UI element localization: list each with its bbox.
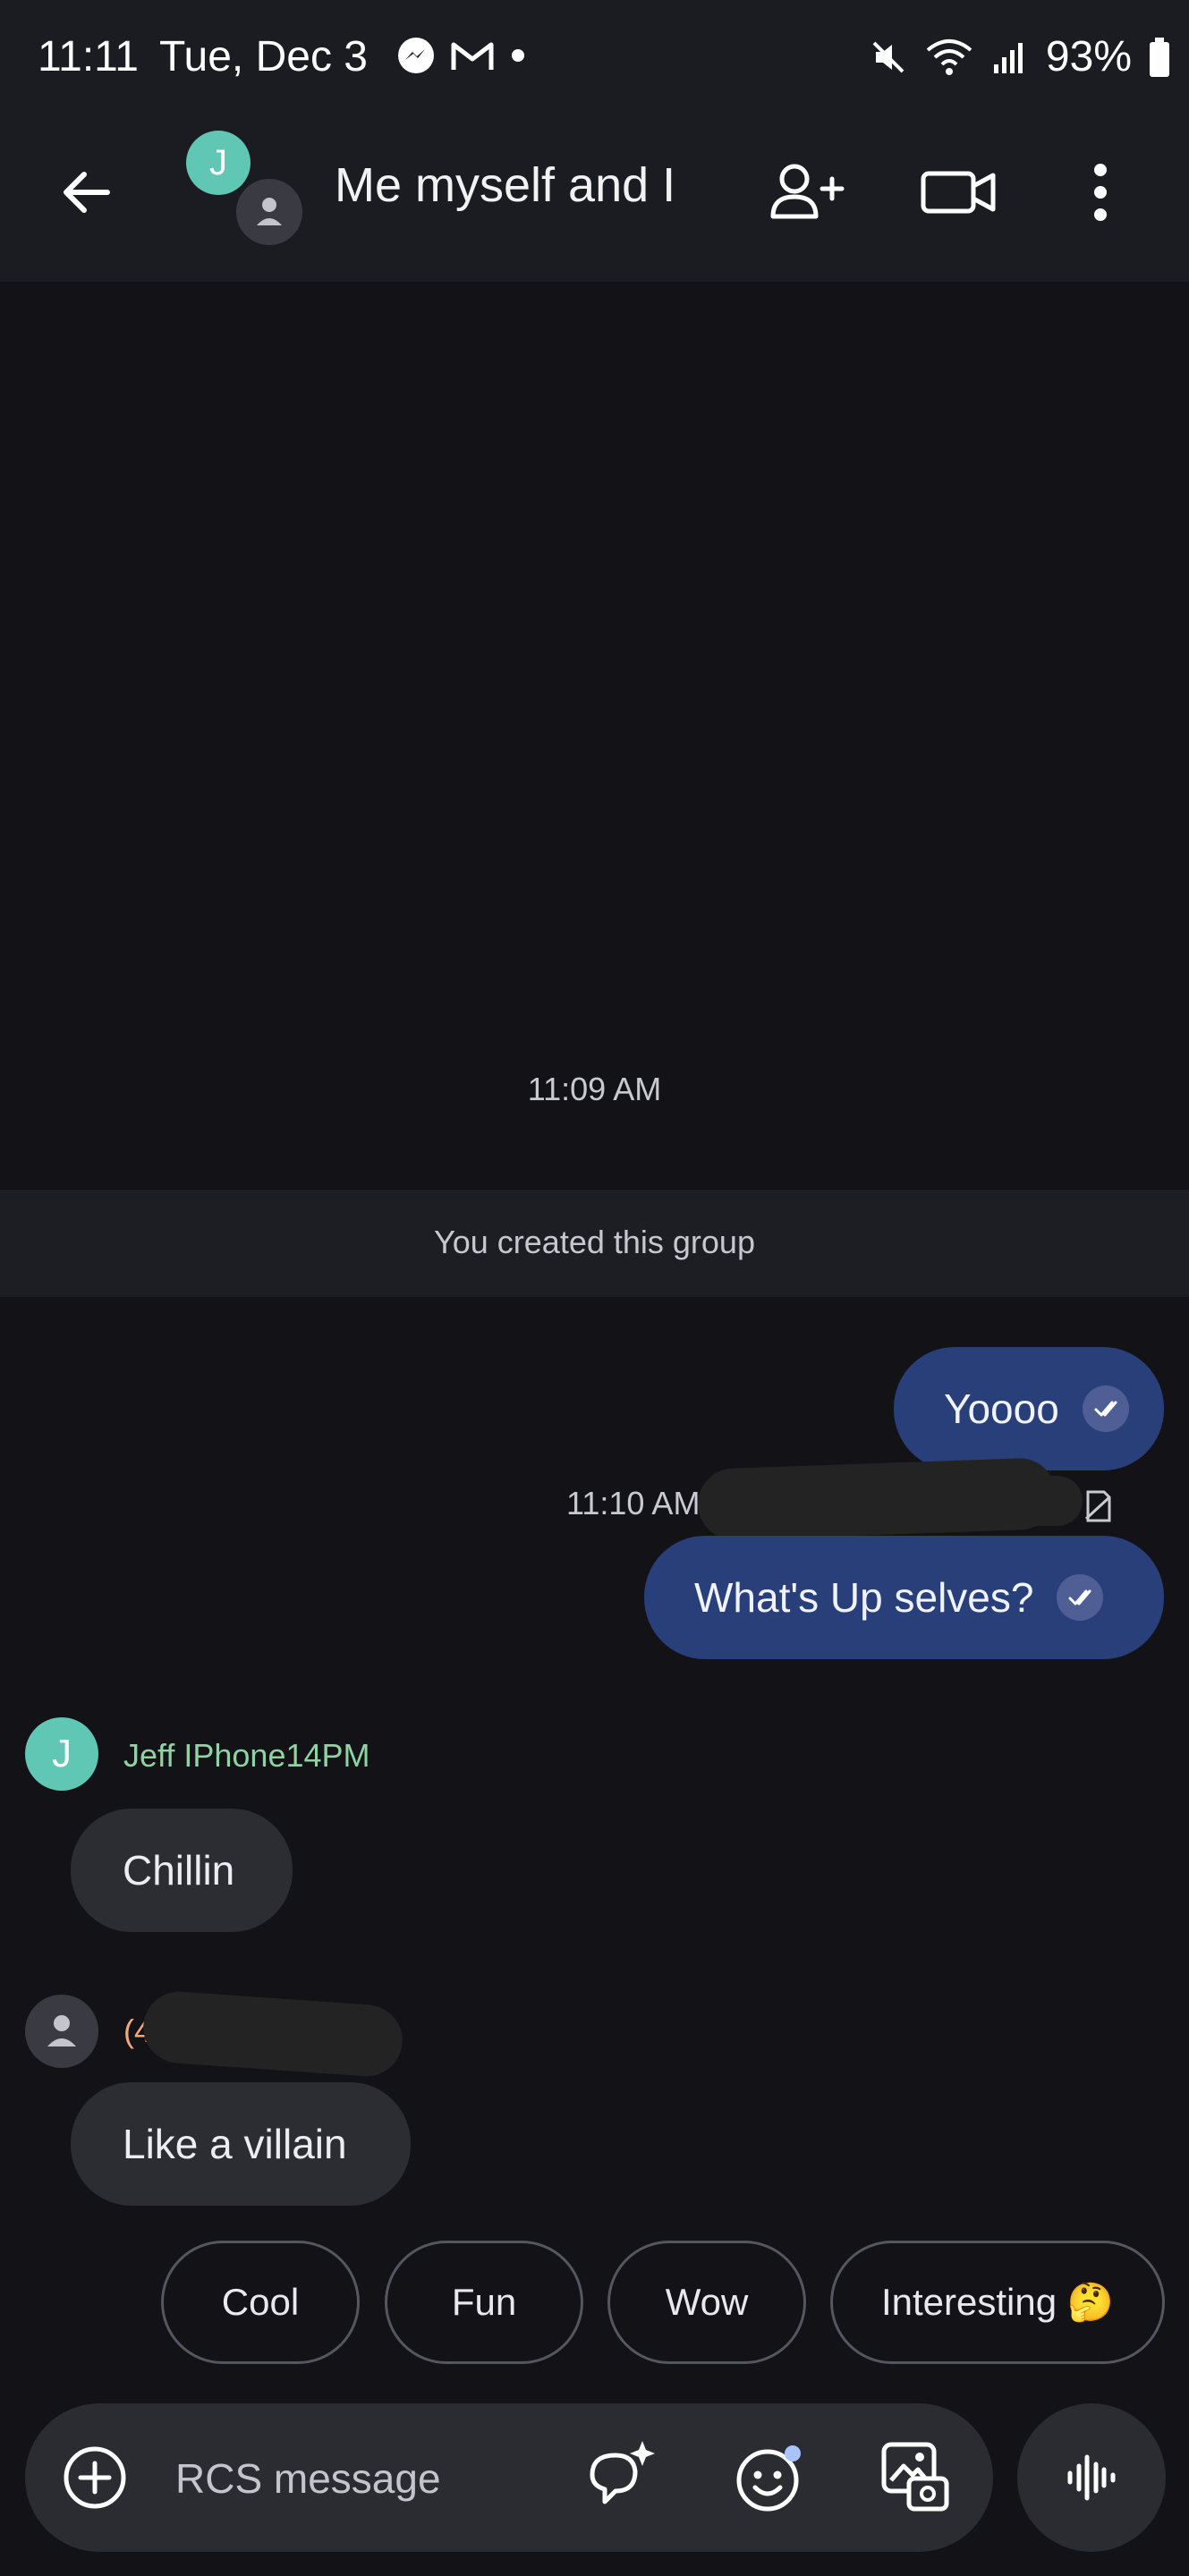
- status-time: 11:11: [38, 33, 139, 80]
- read-receipt-icon: [1082, 1385, 1129, 1432]
- status-bar: 11:11 Tue, Dec 3 93%: [0, 0, 1189, 116]
- system-message-banner: You created this group: [0, 1190, 1189, 1297]
- message-input[interactable]: [174, 2439, 562, 2518]
- redacted-area: [904, 1476, 1083, 1526]
- system-message-text: You created this group: [434, 1224, 755, 1260]
- message-text: Yoooo: [944, 1385, 1059, 1432]
- outgoing-message-bubble[interactable]: What's Up selves?: [644, 1536, 1164, 1659]
- smart-reply-chip[interactable]: Cool: [161, 2241, 360, 2364]
- smart-reply-chip[interactable]: Fun: [385, 2241, 583, 2364]
- person-add-icon: [770, 164, 845, 219]
- smart-reply-chip[interactable]: Interesting 🤔: [830, 2241, 1165, 2364]
- outgoing-message-bubble[interactable]: Yoooo: [894, 1347, 1164, 1470]
- smart-reply-chip[interactable]: Wow: [607, 2241, 806, 2364]
- voice-waveform-icon: [1067, 2454, 1116, 2501]
- avatar[interactable]: J: [186, 131, 251, 195]
- avatar[interactable]: J: [25, 1717, 98, 1791]
- incoming-message-bubble[interactable]: Like a villain: [71, 2082, 411, 2206]
- sender-name: Jeff IPhone14PM: [123, 1737, 370, 1774]
- smiley-icon: [736, 2445, 801, 2512]
- add-attachment-button[interactable]: [63, 2445, 127, 2510]
- add-person-button[interactable]: [760, 152, 850, 233]
- arrow-left-icon: [64, 172, 110, 213]
- read-receipt-icon: [1057, 1574, 1104, 1621]
- person-icon: [257, 198, 282, 225]
- signal-icon: [993, 42, 1023, 73]
- message-text: Like a villain: [123, 2121, 347, 2167]
- avatar[interactable]: [25, 1995, 98, 2068]
- messenger-icon: [398, 38, 434, 73]
- emoji-button[interactable]: [732, 2441, 807, 2516]
- redacted-area: [140, 1988, 405, 2080]
- more-vertical-icon: [1094, 164, 1107, 221]
- more-options-button[interactable]: [1074, 152, 1127, 233]
- gmail-icon: [451, 42, 494, 70]
- video-camera-icon: [921, 171, 996, 214]
- gallery-button[interactable]: [875, 2436, 955, 2516]
- status-date: Tue, Dec 3: [159, 33, 368, 80]
- battery-icon: [1150, 37, 1169, 77]
- mute-icon: [872, 41, 904, 72]
- message-timestamp: 11:10 AM: [566, 1485, 701, 1521]
- video-call-button[interactable]: [914, 152, 1004, 233]
- conversation-title[interactable]: Me myself and I: [335, 157, 675, 213]
- battery-level: 93%: [1045, 33, 1132, 80]
- message-timestamp: 11:09 AM: [527, 1071, 662, 1107]
- back-button[interactable]: [52, 157, 123, 228]
- plus-circle-icon: [64, 2446, 126, 2509]
- wifi-icon: [926, 38, 972, 75]
- image-gallery-icon: [881, 2442, 949, 2512]
- message-text: Chillin: [123, 1847, 235, 1894]
- sparkle-chat-icon: [590, 2441, 655, 2504]
- message-text: What's Up selves?: [694, 1574, 1034, 1621]
- incoming-message-bubble[interactable]: Chillin: [71, 1809, 293, 1932]
- magic-compose-button[interactable]: [580, 2436, 660, 2516]
- app-bar: J Me myself and I: [0, 116, 1189, 282]
- compose-bar: [25, 2403, 993, 2552]
- notification-icons: [396, 36, 527, 75]
- dot-icon: [512, 49, 524, 62]
- voice-message-button[interactable]: [1017, 2403, 1166, 2552]
- delivery-status-icon: [1084, 1490, 1111, 1522]
- person-icon: [47, 2015, 76, 2046]
- system-icons: 93%: [869, 32, 1171, 81]
- avatar[interactable]: [231, 174, 308, 250]
